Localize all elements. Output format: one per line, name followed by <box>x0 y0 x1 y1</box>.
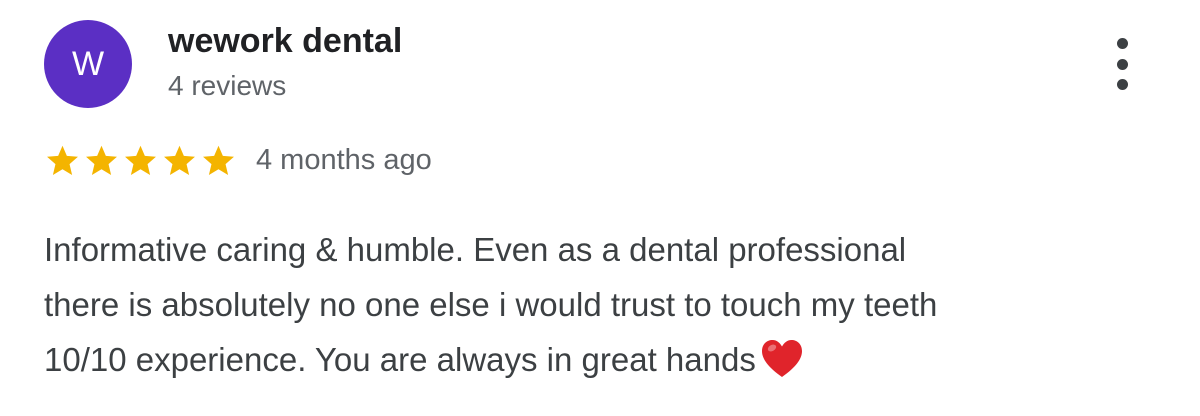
review-text-line-content: 10/10 experience. You are always in grea… <box>44 341 756 378</box>
review-text: Informative caring & humble. Even as a d… <box>44 222 1164 387</box>
star-icon <box>44 143 81 179</box>
avatar[interactable]: W <box>44 20 132 108</box>
star-icon <box>83 143 120 179</box>
avatar-initial: W <box>71 44 105 83</box>
heart-icon <box>760 339 804 379</box>
more-vert-icon-dot <box>1116 58 1128 70</box>
review-text-line: Informative caring & humble. Even as a d… <box>44 231 907 268</box>
review-text-line: 10/10 experience. You are always in grea… <box>44 332 1164 387</box>
star-icon <box>122 143 159 179</box>
more-vert-icon-dot <box>1116 79 1128 90</box>
review-count: 4 reviews <box>168 70 287 101</box>
review-text-line: there is absolutely no one else i would … <box>44 286 938 323</box>
review-time: 4 months ago <box>256 144 432 176</box>
reviewer-name[interactable]: wework dental <box>168 22 402 61</box>
review-card: W wework dental 4 reviews 4 months ago I… <box>0 0 1200 416</box>
star-icon <box>161 143 198 179</box>
more-vert-icon-dot <box>1116 38 1128 49</box>
more-options-button[interactable] <box>1106 38 1138 90</box>
star-rating <box>44 143 237 179</box>
star-icon <box>200 143 237 179</box>
